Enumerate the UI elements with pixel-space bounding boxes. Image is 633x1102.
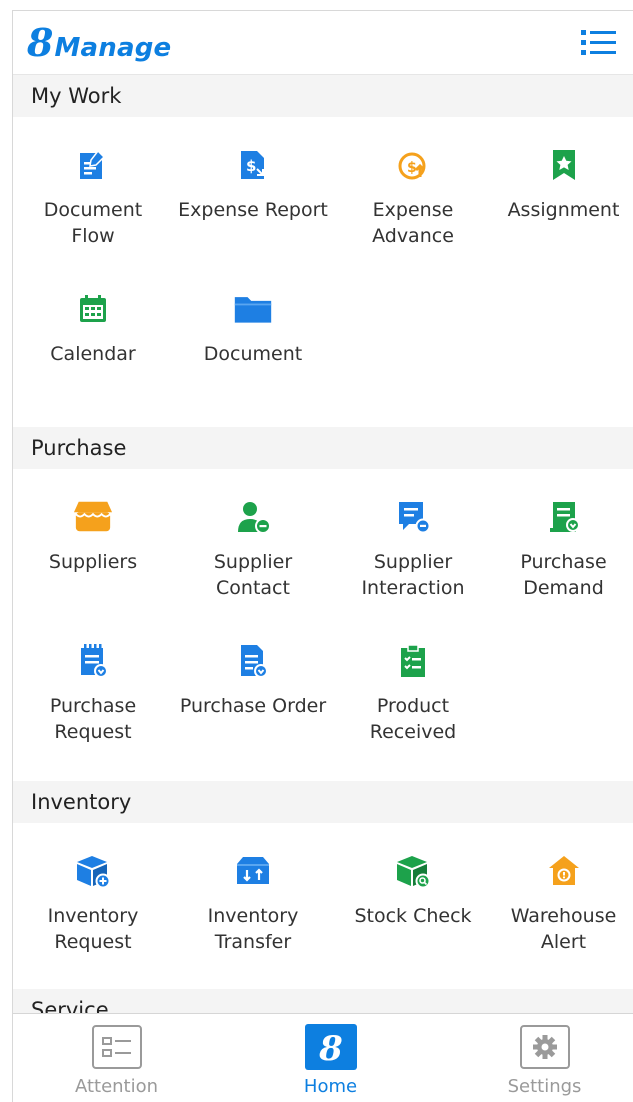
tile-inventory-request[interactable]: Inventory Request — [13, 837, 173, 981]
tab-label: Settings — [507, 1076, 582, 1097]
purchase-order-icon — [233, 641, 273, 681]
section-inventory: Inventory Inventory Request Inventory Tr… — [13, 781, 633, 989]
expense-advance-icon: $ — [393, 145, 433, 185]
stock-check-icon — [393, 851, 433, 891]
tile-purchase-demand[interactable]: Purchase Demand — [493, 483, 633, 627]
tile-label: Suppliers — [48, 551, 138, 573]
tab-home[interactable]: 8 Home — [227, 1014, 434, 1102]
tile-label: Document Flow — [43, 199, 143, 247]
app-frame: 8 Manage My Work Document Flow $ Expense… — [12, 10, 633, 1102]
tile-label: Warehouse Alert — [510, 905, 617, 953]
list-menu-icon[interactable] — [579, 25, 619, 61]
section-service: Service — [13, 989, 633, 1013]
section-title: Inventory — [13, 781, 633, 823]
tile-label: Purchase Order — [179, 695, 327, 717]
tile-supplier-interaction[interactable]: Supplier Interaction — [333, 483, 493, 627]
logo-text: Manage — [54, 33, 172, 63]
tile-stock-check[interactable]: Stock Check — [333, 837, 493, 981]
svg-text:$: $ — [246, 157, 256, 175]
tile-purchase-order[interactable]: Purchase Order — [173, 627, 333, 771]
tab-settings[interactable]: Settings — [441, 1014, 633, 1102]
tile-label: Assignment — [507, 199, 620, 221]
section-purchase: Purchase Suppliers Supplier Contact Supp… — [13, 427, 633, 781]
supplier-contact-icon — [233, 497, 273, 537]
tile-label: Expense Report — [178, 199, 328, 221]
tile-label: Stock Check — [354, 905, 472, 927]
tile-label: Supplier Contact — [213, 551, 293, 599]
expense-report-icon: $ — [233, 145, 273, 185]
warehouse-alert-icon — [544, 851, 584, 891]
tile-label: Calendar — [50, 343, 136, 365]
settings-gear-icon — [519, 1024, 571, 1070]
folder-icon — [233, 289, 273, 329]
section-title: Purchase — [13, 427, 633, 469]
calendar-icon — [73, 289, 113, 329]
tile-expense-advance[interactable]: $ Expense Advance — [333, 131, 493, 275]
top-bar: 8 Manage — [13, 11, 633, 75]
home-8-icon: 8 — [304, 1024, 357, 1070]
tab-label: Home — [303, 1076, 358, 1097]
bottom-tab-bar: Attention 8 Home Settings — [13, 1013, 633, 1102]
tile-label: Purchase Request — [49, 695, 137, 743]
purchase-demand-icon — [544, 497, 584, 537]
svg-text:$: $ — [407, 160, 417, 176]
inventory-transfer-icon — [233, 851, 273, 891]
assignment-icon — [544, 145, 584, 185]
tile-document-flow[interactable]: Document Flow — [13, 131, 173, 275]
section-title: Service — [13, 989, 633, 1013]
tile-product-received[interactable]: Product Received — [333, 627, 493, 771]
document-flow-icon — [73, 145, 113, 185]
module-grid: Document Flow $ Expense Report $ Expense… — [13, 117, 633, 427]
inventory-request-icon — [73, 851, 113, 891]
product-received-icon — [393, 641, 433, 681]
attention-list-icon — [91, 1024, 143, 1070]
tile-suppliers[interactable]: Suppliers — [13, 483, 173, 627]
tile-warehouse-alert[interactable]: Warehouse Alert — [493, 837, 633, 981]
section-my-work: My Work Document Flow $ Expense Report $… — [13, 75, 633, 427]
purchase-request-icon — [73, 641, 113, 681]
supplier-interaction-icon — [393, 497, 433, 537]
tile-purchase-request[interactable]: Purchase Request — [13, 627, 173, 771]
home-content[interactable]: My Work Document Flow $ Expense Report $… — [13, 75, 633, 1013]
module-grid: Suppliers Supplier Contact Supplier Inte… — [13, 469, 633, 781]
tile-label: Inventory Request — [47, 905, 139, 953]
app-logo: 8 Manage — [27, 19, 171, 67]
svg-text:8: 8 — [318, 1029, 343, 1069]
tab-attention[interactable]: Attention — [13, 1014, 220, 1102]
tile-label: Inventory Transfer — [207, 905, 299, 953]
tile-document[interactable]: Document — [173, 275, 333, 419]
tile-label: Expense Advance — [372, 199, 454, 247]
tile-label: Product Received — [369, 695, 457, 743]
tile-label: Supplier Interaction — [361, 551, 465, 599]
tile-expense-report[interactable]: $ Expense Report — [173, 131, 333, 275]
module-grid: Inventory Request Inventory Transfer Sto… — [13, 823, 633, 989]
tile-label: Purchase Demand — [520, 551, 607, 599]
tile-calendar[interactable]: Calendar — [13, 275, 173, 419]
tile-label: Document — [203, 343, 303, 365]
logo-numeral: 8 — [27, 20, 54, 65]
tile-assignment[interactable]: Assignment — [493, 131, 633, 275]
tile-supplier-contact[interactable]: Supplier Contact — [173, 483, 333, 627]
tile-inventory-transfer[interactable]: Inventory Transfer — [173, 837, 333, 981]
section-title: My Work — [13, 75, 633, 117]
store-icon — [73, 497, 113, 537]
tab-label: Attention — [74, 1076, 159, 1097]
